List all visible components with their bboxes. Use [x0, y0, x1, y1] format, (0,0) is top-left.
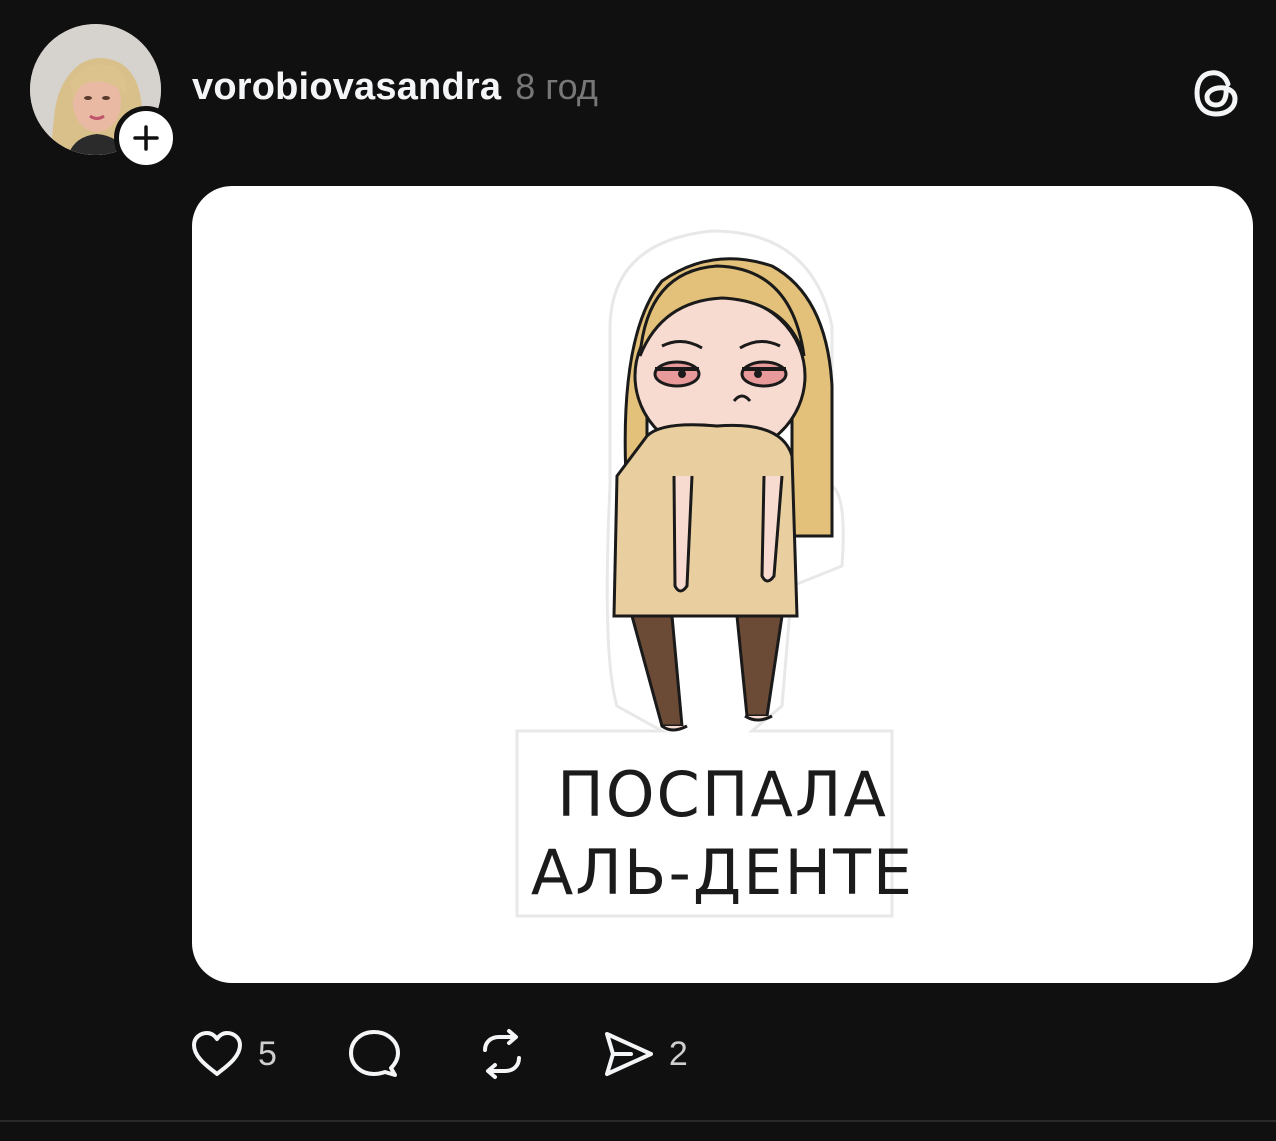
- sticker-caption-line-1: ПОСПАЛА: [557, 758, 888, 831]
- post-divider: [0, 1120, 1276, 1122]
- reply-button[interactable]: [347, 1028, 401, 1080]
- author-avatar[interactable]: [30, 24, 178, 170]
- post-timestamp: 8 год: [515, 66, 598, 107]
- plus-icon: [133, 125, 159, 151]
- follow-button[interactable]: [114, 106, 178, 170]
- post-actions: 5 2: [190, 1028, 688, 1080]
- post-image[interactable]: ПОСПАЛА АЛЬ-ДЕНТЕ: [192, 186, 1253, 983]
- send-icon: [604, 1032, 653, 1076]
- sticker-caption-line-2: АЛЬ-ДЕНТЕ: [530, 836, 915, 909]
- share-button[interactable]: 2: [601, 1029, 688, 1079]
- username-link[interactable]: vorobiovasandra: [192, 66, 501, 109]
- threads-logo-icon[interactable]: [1192, 66, 1242, 120]
- repost-button[interactable]: [475, 1028, 529, 1080]
- thread-post: vorobiovasandra 8 год ПОСПАЛА АЛЬ-ДЕНТЕ …: [0, 0, 1276, 1120]
- post-header: vorobiovasandra 8 год: [192, 66, 598, 109]
- repost-icon: [482, 1029, 521, 1079]
- comment-icon: [348, 1030, 400, 1077]
- heart-icon: [192, 1031, 242, 1076]
- share-count: 2: [668, 1034, 688, 1073]
- like-count: 5: [258, 1034, 277, 1073]
- like-button[interactable]: 5: [190, 1030, 277, 1078]
